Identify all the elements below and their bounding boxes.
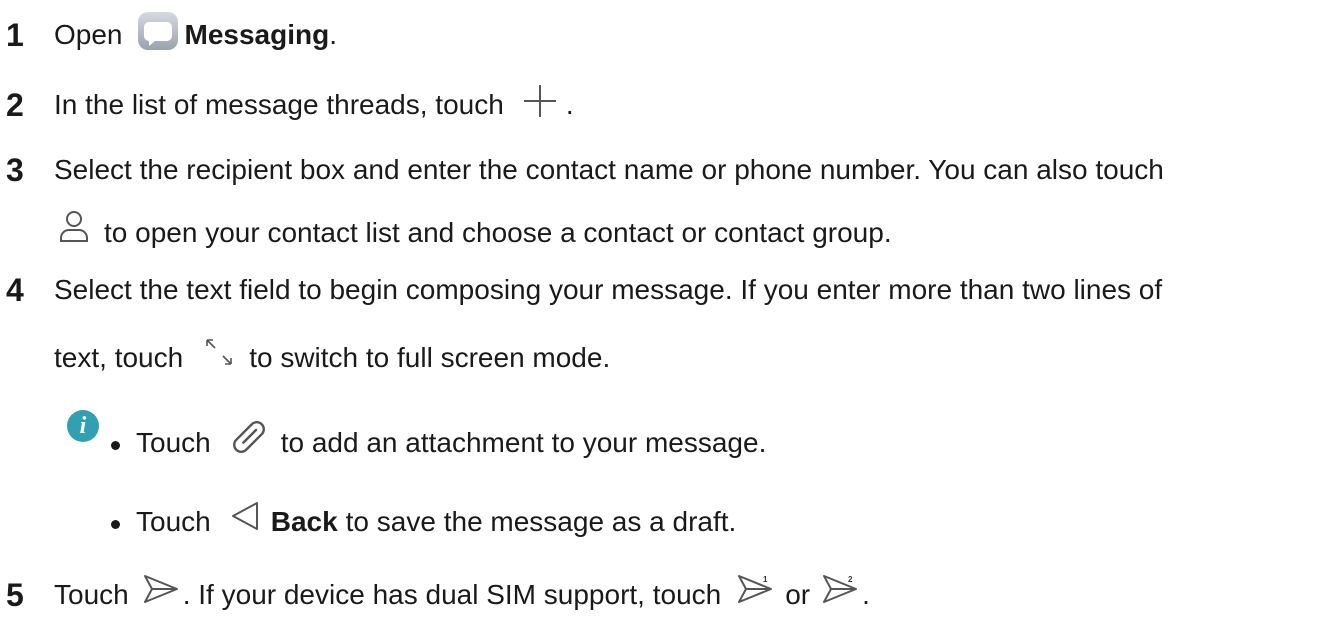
contact-icon [58,209,90,245]
step-4: 4 Select the text field to begin composi… [0,265,1335,315]
step-number: 1 [6,17,24,53]
step-number: 3 [6,152,24,188]
back-label: Back [270,506,338,537]
step-text-mid: . If your device has dual SIM support, t… [182,579,722,610]
step-2: 2 In the list of message threads, touch … [0,80,1335,130]
send-sim2-icon: 2 [822,573,858,605]
step-5: 5 Touch . If your device has dual SIM su… [0,570,1335,620]
note-text: Touch [136,427,211,458]
step-4-cont: text, touch to switch to full screen mod… [0,333,1335,383]
send-icon [143,573,179,605]
expand-icon [203,336,235,368]
step-3-cont: to open your contact list and choose a c… [0,208,1335,258]
step-3: 3 Select the recipient box and enter the… [0,145,1335,195]
plus-icon [522,83,558,119]
step-text-line-1: Select the recipient box and enter the c… [54,154,1164,185]
attachment-icon [231,419,267,455]
send-sim1-icon: 1 [737,573,773,605]
bullet [111,440,120,450]
step-text: Open [54,19,123,50]
note-item-2: Touch Back to save the message as a draf… [0,497,1335,547]
period: . [862,579,870,610]
messaging-app-icon [137,11,179,51]
or-text: or [785,579,811,610]
note-item-1: Touch to add an attachment to your messa… [0,418,1335,468]
period: . [329,19,337,50]
bullet [111,519,120,529]
step-text-line-2: to open your contact list and choose a c… [104,217,892,248]
app-name: Messaging [184,19,330,50]
note-text-end: to save the message as a draft. [345,506,737,537]
step-number: 2 [6,87,24,123]
period: . [565,89,574,120]
svg-text:1: 1 [763,575,768,584]
step-text-line-1: Select the text field to begin composing… [54,274,1163,305]
svg-text:2: 2 [848,575,853,584]
step-text: Touch [54,579,129,610]
step-text: In the list of message threads, touch [54,89,504,120]
step-number: 4 [6,272,24,308]
note-text: Touch [136,506,211,537]
step-number: 5 [6,577,24,613]
note-text-end: to add an attachment to your message. [280,427,767,458]
step-1: 1 Open Messaging . [0,10,1335,60]
step-text-line-2-end: to switch to full screen mode. [249,342,611,373]
step-text-line-2: text, touch [54,342,184,373]
back-icon [229,500,261,532]
